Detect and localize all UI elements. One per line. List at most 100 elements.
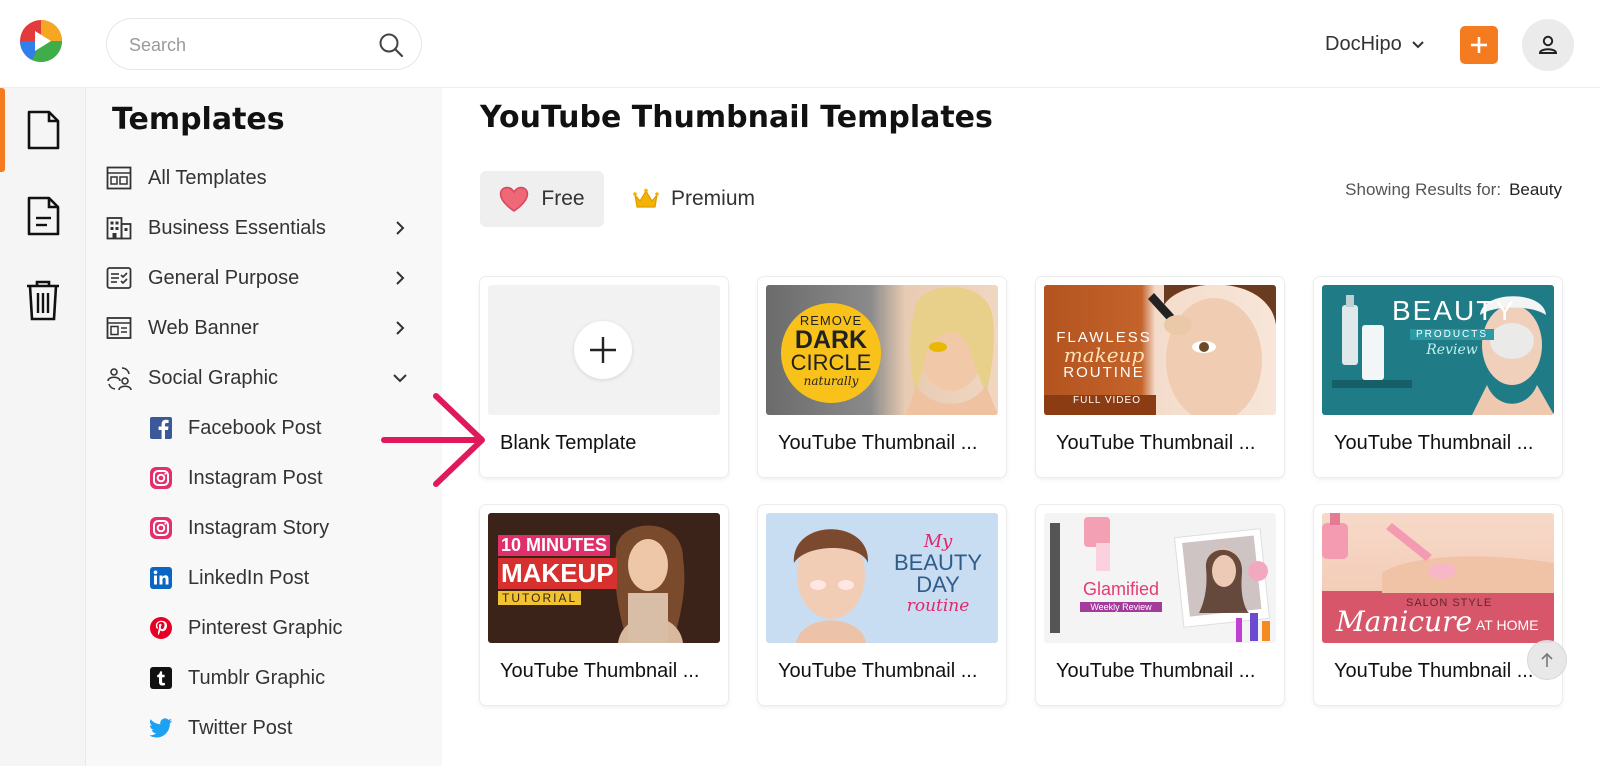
thumb-text: DAY bbox=[916, 572, 960, 597]
filter-premium-tab[interactable]: Premium bbox=[624, 171, 764, 227]
sidebar-subitem-twitter-post[interactable]: Twitter Post bbox=[148, 708, 418, 748]
sidebar-item-label: General Purpose bbox=[148, 266, 300, 289]
facebook-icon bbox=[148, 415, 174, 441]
user-avatar[interactable] bbox=[1522, 19, 1574, 71]
sidebar-subitem-linkedin-post[interactable]: LinkedIn Post bbox=[148, 558, 418, 598]
sidebar-item-label: Social Graphic bbox=[148, 366, 279, 389]
template-thumbnail: Glamified Weekly Review bbox=[1044, 513, 1276, 643]
file-text-icon bbox=[27, 196, 60, 236]
template-thumbnail: REMOVE DARK CIRCLE naturally bbox=[766, 285, 998, 415]
arrow-up-icon bbox=[1541, 652, 1553, 667]
twitter-icon bbox=[148, 715, 174, 741]
thumb-text: BEAUTY bbox=[1392, 295, 1517, 326]
sidebar-item-label: Facebook Post bbox=[188, 416, 322, 439]
sidebar-item-all-templates[interactable]: All Templates bbox=[106, 158, 422, 198]
thumb-text: DARK bbox=[794, 326, 868, 354]
filter-premium-label: Premium bbox=[670, 187, 755, 210]
card-label: YouTube Thumbnail ... bbox=[1056, 660, 1256, 682]
rail-trash[interactable] bbox=[0, 258, 86, 342]
sidebar-item-label: LinkedIn Post bbox=[188, 566, 310, 589]
thumb-text: FULL VIDEO bbox=[1073, 395, 1141, 406]
sidebar-item-label: Business Essentials bbox=[148, 216, 326, 239]
sidebar-subitem-instagram-post[interactable]: Instagram Post bbox=[148, 458, 418, 498]
thumb-text: Weekly Review bbox=[1080, 602, 1162, 612]
document-icon bbox=[27, 110, 60, 150]
workspace-menu[interactable]: DocHipo bbox=[1325, 30, 1426, 58]
card-label: YouTube Thumbnail ... bbox=[1334, 432, 1534, 454]
sidebar-item-label: All Templates bbox=[148, 166, 267, 189]
rail-my-documents[interactable] bbox=[0, 174, 86, 258]
chevron-right-icon bbox=[396, 271, 405, 285]
template-thumbnail: FLAWLESS makeup ROUTINE FULL VIDEO bbox=[1044, 285, 1276, 415]
template-thumbnail: BEAUTY PRODUCTS Review bbox=[1322, 285, 1554, 415]
template-thumbnail: My BEAUTY DAY routine bbox=[766, 513, 998, 643]
linkedin-icon bbox=[148, 565, 174, 591]
template-card[interactable]: Glamified Weekly Review YouTube Thumbnai… bbox=[1036, 505, 1284, 705]
card-label: YouTube Thumbnail ... bbox=[778, 432, 978, 454]
template-card[interactable]: BEAUTY PRODUCTS Review YouTube Thumbnail… bbox=[1314, 277, 1562, 477]
scroll-to-top-button[interactable] bbox=[1527, 640, 1567, 680]
sidebar-item-web-banner[interactable]: Web Banner bbox=[106, 308, 422, 348]
top-header: DocHipo bbox=[0, 0, 1600, 88]
thumb-text: CIRCLE bbox=[790, 350, 872, 375]
template-thumbnail: 10 MINUTES MAKEUP TUTORIAL bbox=[488, 513, 720, 643]
sidebar-subitem-pinterest-graphic[interactable]: Pinterest Graphic bbox=[148, 608, 418, 648]
search-box bbox=[106, 18, 422, 70]
tumblr-icon bbox=[148, 665, 174, 691]
sidebar-item-business-essentials[interactable]: Business Essentials bbox=[106, 208, 422, 248]
chevron-right-icon bbox=[396, 321, 405, 335]
template-card[interactable]: SALON STYLE Manicure AT HOME YouTube Thu… bbox=[1314, 505, 1562, 705]
pinterest-icon bbox=[148, 615, 174, 641]
chevron-right-icon bbox=[396, 221, 405, 235]
template-card[interactable]: REMOVE DARK CIRCLE naturally YouTube Thu… bbox=[758, 277, 1006, 477]
filter-free-label: Free bbox=[541, 187, 585, 210]
trash-icon bbox=[27, 280, 59, 321]
thumb-text: makeup bbox=[1063, 343, 1145, 367]
sidebar-item-social-graphic[interactable]: Social Graphic bbox=[106, 358, 422, 398]
filter-free-tab[interactable]: Free bbox=[480, 171, 604, 227]
sidebar-item-general-purpose[interactable]: General Purpose bbox=[106, 258, 422, 298]
thumb-text: Review bbox=[1426, 342, 1478, 358]
instagram-icon bbox=[148, 465, 174, 491]
card-label: YouTube Thumbnail ... bbox=[500, 660, 700, 682]
template-thumbnail: SALON STYLE Manicure AT HOME bbox=[1322, 513, 1554, 643]
template-card[interactable]: 10 MINUTES MAKEUP TUTORIAL YouTube Thumb… bbox=[480, 505, 728, 705]
blank-template-card[interactable]: Blank Template bbox=[480, 277, 728, 477]
thumb-text: Glamified bbox=[1082, 579, 1160, 599]
social-icon bbox=[106, 365, 132, 391]
banner-icon bbox=[106, 315, 132, 341]
sidebar-subitem-tumblr-graphic[interactable]: Tumblr Graphic bbox=[148, 658, 418, 698]
results-keyword[interactable]: Beauty bbox=[1509, 180, 1562, 199]
search-icon[interactable] bbox=[377, 31, 405, 59]
card-label: YouTube Thumbnail ... bbox=[778, 660, 978, 682]
page-title: YouTube Thumbnail Templates bbox=[480, 100, 993, 135]
plus-icon bbox=[1471, 37, 1487, 53]
search-input[interactable] bbox=[129, 31, 369, 59]
thumb-text: Manicure bbox=[1336, 605, 1473, 638]
thumb-text: MAKEUP bbox=[498, 558, 617, 589]
create-new-button[interactable] bbox=[1460, 26, 1498, 64]
thumb-text: 10 MINUTES bbox=[498, 535, 611, 556]
workspace-name: DocHipo bbox=[1325, 32, 1402, 55]
sidebar-title: Templates bbox=[112, 102, 285, 137]
sidebar-subitem-instagram-story[interactable]: Instagram Story bbox=[148, 508, 418, 548]
dochipo-logo-icon[interactable] bbox=[18, 18, 64, 64]
thumb-text: naturally bbox=[803, 374, 859, 388]
thumb-text: routine bbox=[906, 596, 970, 616]
thumb-text: My bbox=[923, 531, 953, 552]
sidebar-item-label: Instagram Story bbox=[188, 516, 330, 539]
card-label: YouTube Thumbnail ... bbox=[1056, 432, 1256, 454]
heart-icon bbox=[500, 186, 529, 212]
template-card[interactable]: My BEAUTY DAY routine YouTube Thumbnail … bbox=[758, 505, 1006, 705]
chevron-down-icon bbox=[1411, 41, 1424, 49]
sidebar-subitem-facebook-post[interactable]: Facebook Post bbox=[148, 408, 418, 448]
sidebar-item-label: Tumblr Graphic bbox=[188, 666, 326, 689]
building-icon bbox=[106, 215, 132, 241]
sidebar-item-label: Pinterest Graphic bbox=[188, 616, 343, 639]
results-filter-text: Showing Results for: Beauty bbox=[1345, 180, 1562, 200]
template-card[interactable]: FLAWLESS makeup ROUTINE FULL VIDEO YouTu… bbox=[1036, 277, 1284, 477]
results-prefix: Showing Results for: bbox=[1345, 180, 1502, 199]
pointer-arrow-icon bbox=[381, 393, 485, 487]
blank-thumbnail bbox=[488, 285, 720, 415]
rail-templates[interactable] bbox=[0, 88, 86, 172]
